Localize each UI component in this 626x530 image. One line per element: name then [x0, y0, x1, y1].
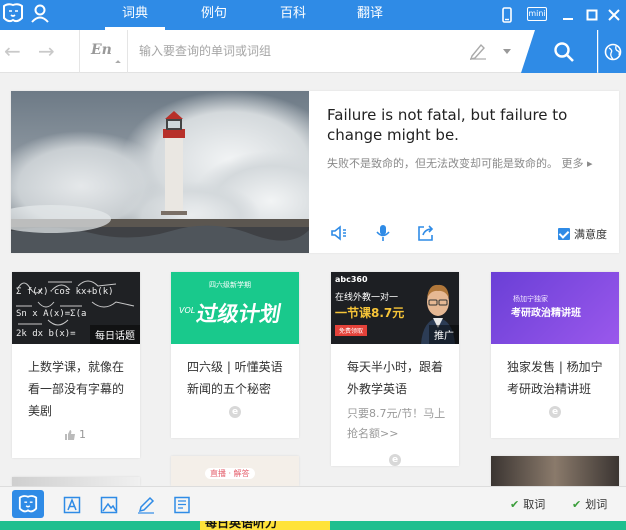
politics-course-thumbnail: 杨加宁独家 考研政治精讲班	[491, 272, 619, 344]
daily-sentence-card: Failure is not fatal, but failure to cha…	[11, 91, 619, 253]
vocabulary-tab[interactable]	[170, 493, 194, 517]
card-title[interactable]: 四六级 | 听懂英语新闻的五个秘密	[187, 356, 289, 400]
thumbnail	[12, 477, 140, 486]
image-translate-tab[interactable]	[97, 493, 121, 517]
thumb-vol: VOL	[179, 306, 196, 315]
handwriting-pen-icon[interactable]	[468, 42, 488, 60]
thumb-button: 免费领取	[335, 325, 368, 336]
word-select-option[interactable]: ✔ 划词	[572, 496, 607, 512]
card-title[interactable]: 独家发售 | 杨加宁考研政治精讲班	[507, 356, 609, 400]
abc360-thumbnail: abc360 在线外教一对一 一节课8.7元 免费领取 推广	[331, 272, 459, 344]
article-card-partial[interactable]	[12, 477, 140, 486]
cet-thumbnail: 四六级新学期 VOL 过级计划	[171, 272, 299, 344]
thumb-line1: 在线外教一对一	[335, 293, 399, 303]
quote-chinese-text: 失败不是致命的，但无法改变却可能是致命的。	[327, 157, 558, 170]
ad-card[interactable]: abc360 在线外教一对一 一节课8.7元 免费领取 推广 每天半小时，跟着外…	[331, 272, 459, 466]
like-count-value: 1	[79, 428, 86, 441]
search-input[interactable]	[139, 38, 459, 64]
card-title[interactable]: 每天半小时，跟着外教学英语	[347, 356, 449, 400]
svg-text:2k dx b(x)=: 2k dx b(x)=	[16, 329, 76, 339]
share-icon[interactable]	[417, 224, 435, 242]
thumb-subtitle: 杨加宁独家	[513, 295, 548, 303]
microphone-icon[interactable]	[374, 224, 392, 242]
book-icon	[174, 496, 190, 514]
check-icon: ✔	[510, 497, 520, 511]
bottom-banner[interactable]: 每日英语听力	[0, 521, 626, 530]
svg-text:Sn x A(x)=Σ(a: Sn x A(x)=Σ(a	[16, 309, 86, 319]
pen-dropdown-icon[interactable]	[503, 49, 511, 54]
close-icon[interactable]	[603, 0, 625, 30]
promoted-tag: 推广	[429, 325, 459, 344]
article-card-partial[interactable]	[491, 456, 619, 486]
article-card[interactable]: Σ f(x)·cos kx+b(k) Sn x A(x)=Σ(a 2k dx b…	[12, 272, 140, 458]
search-button[interactable]	[521, 30, 597, 73]
divider	[79, 30, 80, 73]
quote-chinese: 失败不是致命的，但无法改变却可能是致命的。 更多 ▸	[327, 153, 609, 175]
article-card[interactable]: 杨加宁独家 考研政治精讲班 独家发售 | 杨加宁考研政治精讲班 e	[491, 272, 619, 438]
thumbnail: 直播 · 解答	[171, 456, 299, 486]
divider	[127, 30, 128, 73]
banner-text: 每日英语听力	[205, 521, 278, 530]
more-label: 更多	[561, 157, 584, 170]
text-a-icon	[63, 496, 81, 514]
youdao-e-icon: e	[229, 406, 241, 418]
forward-arrow-icon[interactable]: →	[38, 41, 55, 61]
youdao-e-icon: e	[389, 454, 401, 466]
ad-description[interactable]: 只要8.7元/节！马上抢名额>>	[347, 404, 453, 444]
thumb-headline: 考研政治精讲班	[511, 308, 581, 319]
note-tab[interactable]	[134, 493, 158, 517]
phone-icon[interactable]	[496, 0, 518, 30]
svg-text:Σ f(x)·cos kx+b(k): Σ f(x)·cos kx+b(k)	[16, 287, 114, 297]
lighthouse-image[interactable]	[11, 91, 309, 253]
thumb-subtitle: 四六级新学期	[209, 281, 251, 289]
maximize-icon[interactable]	[581, 0, 603, 30]
daily-topic-tag: 每日话题	[90, 325, 140, 344]
back-arrow-icon[interactable]: ←	[4, 41, 21, 61]
youdao-e-icon: e	[549, 406, 561, 418]
search-bar: ← → En	[0, 30, 626, 73]
language-dropdown-icon[interactable]	[115, 60, 121, 66]
image-icon	[100, 496, 118, 514]
thumbnail	[491, 456, 619, 486]
tab-encyclopedia[interactable]: 百科	[263, 0, 323, 30]
checkbox-icon	[558, 228, 570, 240]
user-icon[interactable]	[30, 3, 50, 23]
word-select-label: 划词	[585, 498, 608, 511]
quote-english[interactable]: Failure is not fatal, but failure to cha…	[327, 105, 607, 145]
satisfaction-toggle[interactable]: 满意度	[558, 226, 607, 242]
card-title[interactable]: 上数学课，就像在看一部没有字幕的美剧	[28, 356, 130, 422]
dictionary-home-tab[interactable]	[12, 490, 44, 518]
pen-note-icon	[138, 496, 155, 514]
thumb-line2: 一节课8.7元	[335, 306, 405, 320]
web-search-button[interactable]	[598, 30, 626, 73]
mini-mode-button[interactable]: mini	[527, 7, 547, 21]
article-card[interactable]: 四六级新学期 VOL 过级计划 四六级 | 听懂英语新闻的五个秘密 e	[171, 272, 299, 438]
title-bar: 词典 例句 百科 翻译 mini	[0, 0, 626, 30]
tab-translate[interactable]: 翻译	[340, 0, 400, 30]
article-card-partial[interactable]: 直播 · 解答	[171, 456, 299, 486]
thumbs-up-icon	[65, 429, 75, 440]
satisfaction-label: 满意度	[574, 228, 607, 241]
globe-icon	[604, 43, 621, 60]
bottom-toolbar: ✔ 取词 ✔ 划词	[0, 486, 626, 521]
like-count[interactable]: 1	[64, 428, 86, 441]
check-icon: ✔	[572, 497, 582, 511]
speaker-icon[interactable]	[330, 224, 348, 242]
thumb-headline: 过级计划	[194, 302, 283, 326]
more-link[interactable]: 更多 ▸	[562, 157, 593, 170]
text-translate-tab[interactable]	[60, 493, 84, 517]
word-capture-option[interactable]: ✔ 取词	[510, 496, 545, 512]
thumb-brand: abc360	[335, 275, 368, 284]
youdao-logo-icon[interactable]	[2, 2, 24, 24]
word-capture-label: 取词	[523, 498, 546, 511]
search-icon	[554, 41, 574, 62]
youdao-logo-icon	[18, 495, 38, 513]
language-selector[interactable]: En	[91, 42, 112, 58]
tab-dictionary[interactable]: 词典	[105, 0, 165, 30]
tab-examples[interactable]: 例句	[184, 0, 244, 30]
thumb-label: 直播 · 解答	[205, 468, 255, 479]
chalkboard-thumbnail: Σ f(x)·cos kx+b(k) Sn x A(x)=Σ(a 2k dx b…	[12, 272, 140, 344]
minimize-icon[interactable]	[557, 0, 579, 30]
